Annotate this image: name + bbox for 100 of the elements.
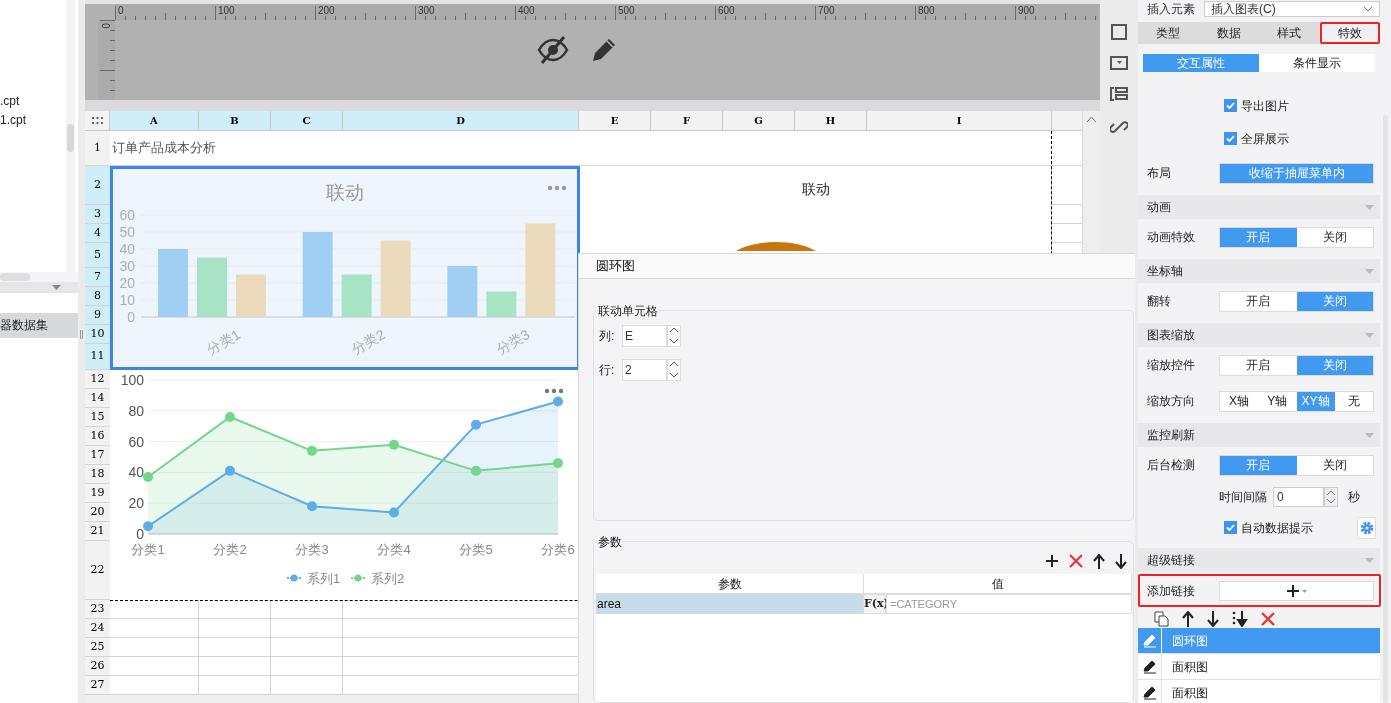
section-header[interactable]: 图表缩放 — [1138, 323, 1380, 347]
column-header[interactable]: 值 — [864, 574, 1132, 593]
splitter-bar[interactable] — [85, 100, 1100, 111]
spinner-arrows-icon[interactable] — [667, 325, 681, 347]
file-name[interactable]: .cpt — [0, 92, 66, 111]
delete-icon[interactable] — [1069, 554, 1083, 568]
row-header[interactable]: 21 — [85, 522, 110, 541]
grid-dots-icon[interactable] — [91, 117, 103, 124]
section-header[interactable]: 坐标轴 — [1138, 259, 1380, 283]
column-header[interactable]: E — [579, 111, 651, 130]
row-header[interactable]: 16 — [85, 427, 110, 446]
table-cell[interactable] — [271, 638, 343, 657]
section-header[interactable]: 动画 — [1138, 195, 1380, 219]
bar[interactable] — [486, 291, 517, 317]
checkbox[interactable] — [1224, 132, 1237, 145]
dropdown[interactable]: 插入图表(C) — [1204, 1, 1380, 17]
section-header[interactable]: 监控刷新 — [1138, 423, 1380, 447]
row-header[interactable]: 2 — [85, 166, 110, 205]
table-cell[interactable] — [110, 619, 199, 638]
square-icon[interactable] — [1111, 24, 1127, 40]
dataset-tab[interactable]: 器数据集 — [0, 313, 78, 338]
file-name[interactable]: 1.cpt — [0, 111, 66, 130]
list-item[interactable]: 面积图 — [1138, 654, 1380, 680]
table-cell[interactable] — [199, 657, 271, 676]
bar[interactable] — [447, 266, 478, 317]
column-header[interactable]: H — [795, 111, 867, 130]
row-header[interactable]: 4 — [85, 224, 110, 243]
checkbox[interactable] — [1224, 99, 1237, 112]
settings-button[interactable] — [1357, 516, 1376, 539]
table-cell[interactable] — [110, 657, 199, 676]
data-point[interactable] — [143, 521, 153, 532]
plus-icon[interactable] — [1045, 554, 1059, 568]
table-cell[interactable] — [199, 619, 271, 638]
row-header[interactable]: 1 — [85, 131, 110, 166]
row-header[interactable]: 17 — [85, 446, 110, 465]
row-header[interactable]: 11 — [85, 344, 110, 370]
row-header[interactable]: 24 — [85, 619, 110, 638]
input-field[interactable]: =CATEGORY — [886, 594, 1132, 614]
arrow-up-icon[interactable] — [1093, 553, 1105, 569]
delete-icon[interactable] — [1261, 612, 1275, 626]
checkbox-label[interactable]: 自动数据提示 — [1241, 518, 1313, 537]
data-point[interactable] — [471, 419, 481, 430]
tab[interactable]: 条件显示 — [1259, 54, 1375, 72]
list-item[interactable]: 面积图 — [1138, 680, 1380, 703]
scrollbar-thumb[interactable] — [67, 124, 74, 152]
data-point[interactable] — [143, 472, 153, 482]
data-point[interactable] — [307, 445, 317, 456]
row-header[interactable]: 27 — [85, 676, 110, 695]
arrow-down-icon[interactable] — [1115, 553, 1127, 569]
link-icon[interactable] — [1110, 118, 1128, 136]
checkbox[interactable] — [1224, 521, 1237, 534]
legend-marker-icon[interactable] — [286, 574, 302, 582]
input-field[interactable]: E — [622, 325, 667, 347]
row-header[interactable]: 10 — [85, 325, 110, 344]
arrow-down-icon[interactable] — [1207, 611, 1219, 627]
data-point[interactable] — [225, 465, 235, 476]
add-button[interactable] — [1219, 580, 1374, 601]
row-header[interactable]: 5 — [85, 243, 110, 268]
copy-icon[interactable] — [1154, 611, 1169, 627]
row-header[interactable]: 20 — [85, 503, 110, 522]
row-header[interactable]: 18 — [85, 465, 110, 484]
row-header[interactable]: 9 — [85, 306, 110, 325]
column-header[interactable]: G — [723, 111, 795, 130]
legend-label[interactable]: 系列2 — [371, 571, 405, 586]
legend-marker-icon[interactable] — [350, 574, 366, 582]
data-point[interactable] — [553, 396, 563, 407]
bar[interactable] — [341, 274, 372, 317]
spinner-arrows-icon[interactable] — [667, 359, 681, 381]
bar[interactable] — [302, 232, 333, 317]
row-header[interactable]: 3 — [85, 205, 110, 224]
table-cell[interactable] — [271, 619, 343, 638]
section-header[interactable]: 超级链接 — [1138, 548, 1380, 572]
row-header[interactable]: 14 — [85, 389, 110, 408]
row-header[interactable]: 22 — [85, 541, 110, 600]
row-header[interactable]: 7 — [85, 268, 110, 287]
bar[interactable] — [197, 257, 227, 317]
data-point[interactable] — [389, 507, 399, 518]
caret-icon[interactable] — [52, 285, 61, 290]
column-header[interactable]: I — [867, 111, 1052, 130]
row-header[interactable]: 12 — [85, 370, 110, 389]
data-point[interactable] — [553, 458, 563, 469]
dropdown-box-icon[interactable] — [1110, 56, 1128, 70]
data-point[interactable] — [389, 439, 399, 450]
column-header[interactable]: D — [343, 111, 579, 130]
bar[interactable] — [158, 249, 188, 317]
caret-up-icon[interactable] — [1087, 117, 1096, 122]
eye-slash-icon[interactable] — [536, 35, 569, 65]
chevron-down-icon[interactable] — [1363, 6, 1373, 12]
legend-label[interactable]: 系列1 — [307, 571, 341, 586]
column-header[interactable]: A — [110, 111, 199, 130]
checkbox-label[interactable]: 导出图片 — [1241, 96, 1289, 115]
arrow-up-icon[interactable] — [1182, 611, 1194, 627]
table-cell[interactable]: area — [596, 594, 863, 614]
spinner-arrows-icon[interactable] — [1324, 487, 1338, 507]
column-header[interactable]: F — [651, 111, 723, 130]
more-icon[interactable] — [544, 388, 564, 394]
bar[interactable] — [236, 274, 266, 317]
bar[interactable] — [380, 240, 411, 317]
number-field[interactable]: 0 — [1273, 487, 1324, 507]
bar[interactable] — [525, 223, 556, 317]
